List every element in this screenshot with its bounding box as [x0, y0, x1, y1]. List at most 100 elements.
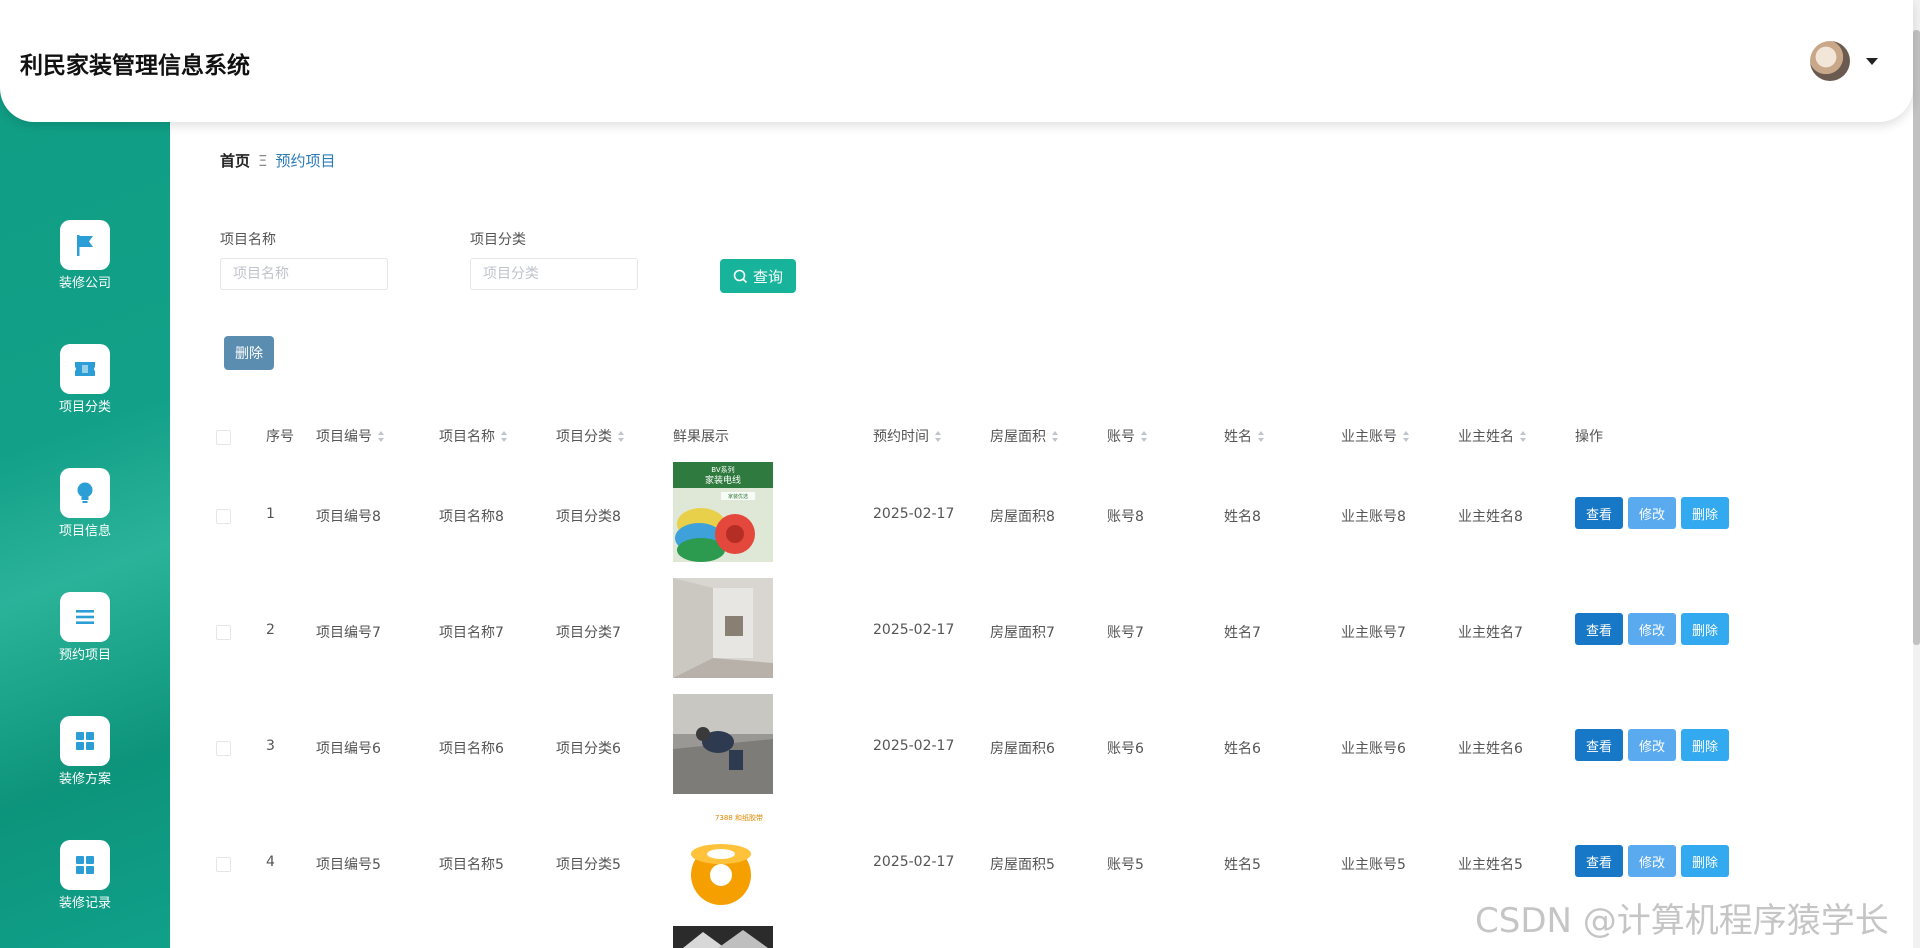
- row-checkbox[interactable]: [216, 741, 231, 756]
- column-header-account[interactable]: 账号: [1107, 426, 1148, 446]
- cell-area: 房屋面积8: [990, 509, 1055, 525]
- column-header-time[interactable]: 预约时间: [873, 426, 942, 446]
- edit-button[interactable]: 修改: [1628, 497, 1676, 529]
- sidebar-item-decoration-plan[interactable]: 装修方案: [0, 716, 170, 816]
- product-image-tape[interactable]: 7388 和纸胶带: [673, 810, 773, 910]
- sidebar-item-label: 装修记录: [58, 896, 111, 911]
- cell-category: 项目分类6: [556, 741, 621, 757]
- cell-category: 项目分类5: [556, 857, 621, 873]
- sort-icon[interactable]: [1520, 431, 1527, 443]
- column-header-owner-name[interactable]: 业主姓名: [1458, 426, 1527, 446]
- sort-icon[interactable]: [1141, 431, 1148, 443]
- cell-name: 项目名称7: [439, 625, 504, 641]
- column-header-person[interactable]: 姓名: [1224, 426, 1265, 446]
- cell-owner-name: 业主姓名5: [1458, 857, 1523, 873]
- cell-area: 房屋面积7: [990, 625, 1055, 641]
- search-button-label: 查询: [752, 267, 783, 286]
- product-image-partial[interactable]: [673, 926, 773, 948]
- edit-button[interactable]: 修改: [1628, 613, 1676, 645]
- cell-account: 账号8: [1107, 509, 1144, 525]
- sidebar-item-label: 装修公司: [58, 276, 111, 291]
- sort-icon[interactable]: [501, 431, 508, 443]
- row-checkbox[interactable]: [216, 857, 231, 872]
- cell-area: 房屋面积5: [990, 857, 1055, 873]
- cell-code: 项目编号6: [316, 741, 381, 757]
- chevron-down-icon[interactable]: [1866, 58, 1878, 65]
- sort-icon[interactable]: [1258, 431, 1265, 443]
- delete-button[interactable]: 删除: [1681, 497, 1729, 529]
- column-header-code[interactable]: 项目编号: [316, 426, 385, 446]
- cell-account: 账号5: [1107, 857, 1144, 873]
- app-title: 利民家装管理信息系统: [20, 53, 250, 79]
- cell-owner-name: 业主姓名6: [1458, 741, 1523, 757]
- sidebar-item-decoration-record[interactable]: 装修记录: [0, 840, 170, 940]
- cell-code: 项目编号5: [316, 857, 381, 873]
- page-scrollbar[interactable]: [1913, 0, 1920, 948]
- cell-owner-name: 业主姓名8: [1458, 509, 1523, 525]
- delete-button[interactable]: 删除: [1681, 729, 1729, 761]
- product-image-worker[interactable]: [673, 694, 773, 794]
- view-button[interactable]: 查看: [1575, 497, 1623, 529]
- user-avatar[interactable]: [1810, 41, 1850, 81]
- column-header-owner-account[interactable]: 业主账号: [1341, 426, 1410, 446]
- cell-code: 项目编号8: [316, 509, 381, 525]
- cell-time: 2025-02-17: [873, 738, 955, 754]
- watermark: CSDN @计算机程序猿学长: [1475, 901, 1889, 941]
- sidebar-item-appointment[interactable]: 预约项目: [0, 592, 170, 692]
- product-image-wires[interactable]: BV系列 家装电线 家装优选: [673, 462, 773, 562]
- view-button[interactable]: 查看: [1575, 845, 1623, 877]
- delete-button[interactable]: 删除: [1681, 613, 1729, 645]
- cell-name: 项目名称6: [439, 741, 504, 757]
- breadcrumb-separator: Ξ: [258, 152, 268, 170]
- cell-category: 项目分类8: [556, 509, 621, 525]
- sidebar-item-label: 项目信息: [58, 524, 111, 539]
- bulk-delete-button[interactable]: 删除: [224, 336, 274, 370]
- search-icon: [733, 269, 748, 283]
- column-header-index: 序号: [266, 429, 294, 445]
- column-header-image: 鲜果展示: [673, 429, 729, 445]
- row-checkbox[interactable]: [216, 509, 231, 524]
- sort-icon[interactable]: [618, 431, 625, 443]
- sort-icon[interactable]: [935, 431, 942, 443]
- svg-text:家装电线: 家装电线: [705, 474, 741, 486]
- cell-category: 项目分类7: [556, 625, 621, 641]
- cell-time: 2025-02-17: [873, 622, 955, 638]
- column-header-category[interactable]: 项目分类: [556, 426, 625, 446]
- breadcrumb-home[interactable]: 首页: [220, 152, 250, 170]
- project-name-input[interactable]: [220, 258, 388, 290]
- svg-text:家装优选: 家装优选: [728, 493, 748, 500]
- sort-icon[interactable]: [1403, 431, 1410, 443]
- view-button[interactable]: 查看: [1575, 613, 1623, 645]
- sidebar: 装修公司 项目分类 项目信息 预约项目 装修方案 装修记录: [0, 0, 170, 948]
- sort-icon[interactable]: [378, 431, 385, 443]
- sort-icon[interactable]: [1052, 431, 1059, 443]
- project-category-input[interactable]: [470, 258, 638, 290]
- cell-index: 3: [266, 738, 275, 754]
- sidebar-item-project-info[interactable]: 项目信息: [0, 468, 170, 568]
- top-header: 利民家装管理信息系统: [0, 0, 1913, 122]
- select-all-checkbox[interactable]: [216, 430, 231, 445]
- cell-code: 项目编号7: [316, 625, 381, 641]
- sidebar-item-project-category[interactable]: 项目分类: [0, 344, 170, 444]
- scrollbar-thumb[interactable]: [1913, 30, 1920, 645]
- cell-name: 项目名称8: [439, 509, 504, 525]
- product-image-room[interactable]: [673, 578, 773, 678]
- delete-button[interactable]: 删除: [1681, 845, 1729, 877]
- view-button[interactable]: 查看: [1575, 729, 1623, 761]
- sidebar-item-label: 项目分类: [58, 400, 111, 415]
- cell-owner-account: 业主账号8: [1341, 509, 1406, 525]
- sidebar-item-decoration-company[interactable]: 装修公司: [0, 220, 170, 320]
- cell-index: 2: [266, 622, 275, 638]
- column-header-actions: 操作: [1575, 429, 1603, 445]
- edit-button[interactable]: 修改: [1628, 729, 1676, 761]
- cell-owner-account: 业主账号5: [1341, 857, 1406, 873]
- cell-person: 姓名6: [1224, 741, 1261, 757]
- cell-person: 姓名5: [1224, 857, 1261, 873]
- svg-text:BV系列: BV系列: [711, 465, 734, 474]
- cell-index: 1: [266, 506, 275, 522]
- column-header-area[interactable]: 房屋面积: [990, 426, 1059, 446]
- column-header-name[interactable]: 项目名称: [439, 426, 508, 446]
- row-checkbox[interactable]: [216, 625, 231, 640]
- search-button[interactable]: 查询: [720, 259, 796, 293]
- edit-button[interactable]: 修改: [1628, 845, 1676, 877]
